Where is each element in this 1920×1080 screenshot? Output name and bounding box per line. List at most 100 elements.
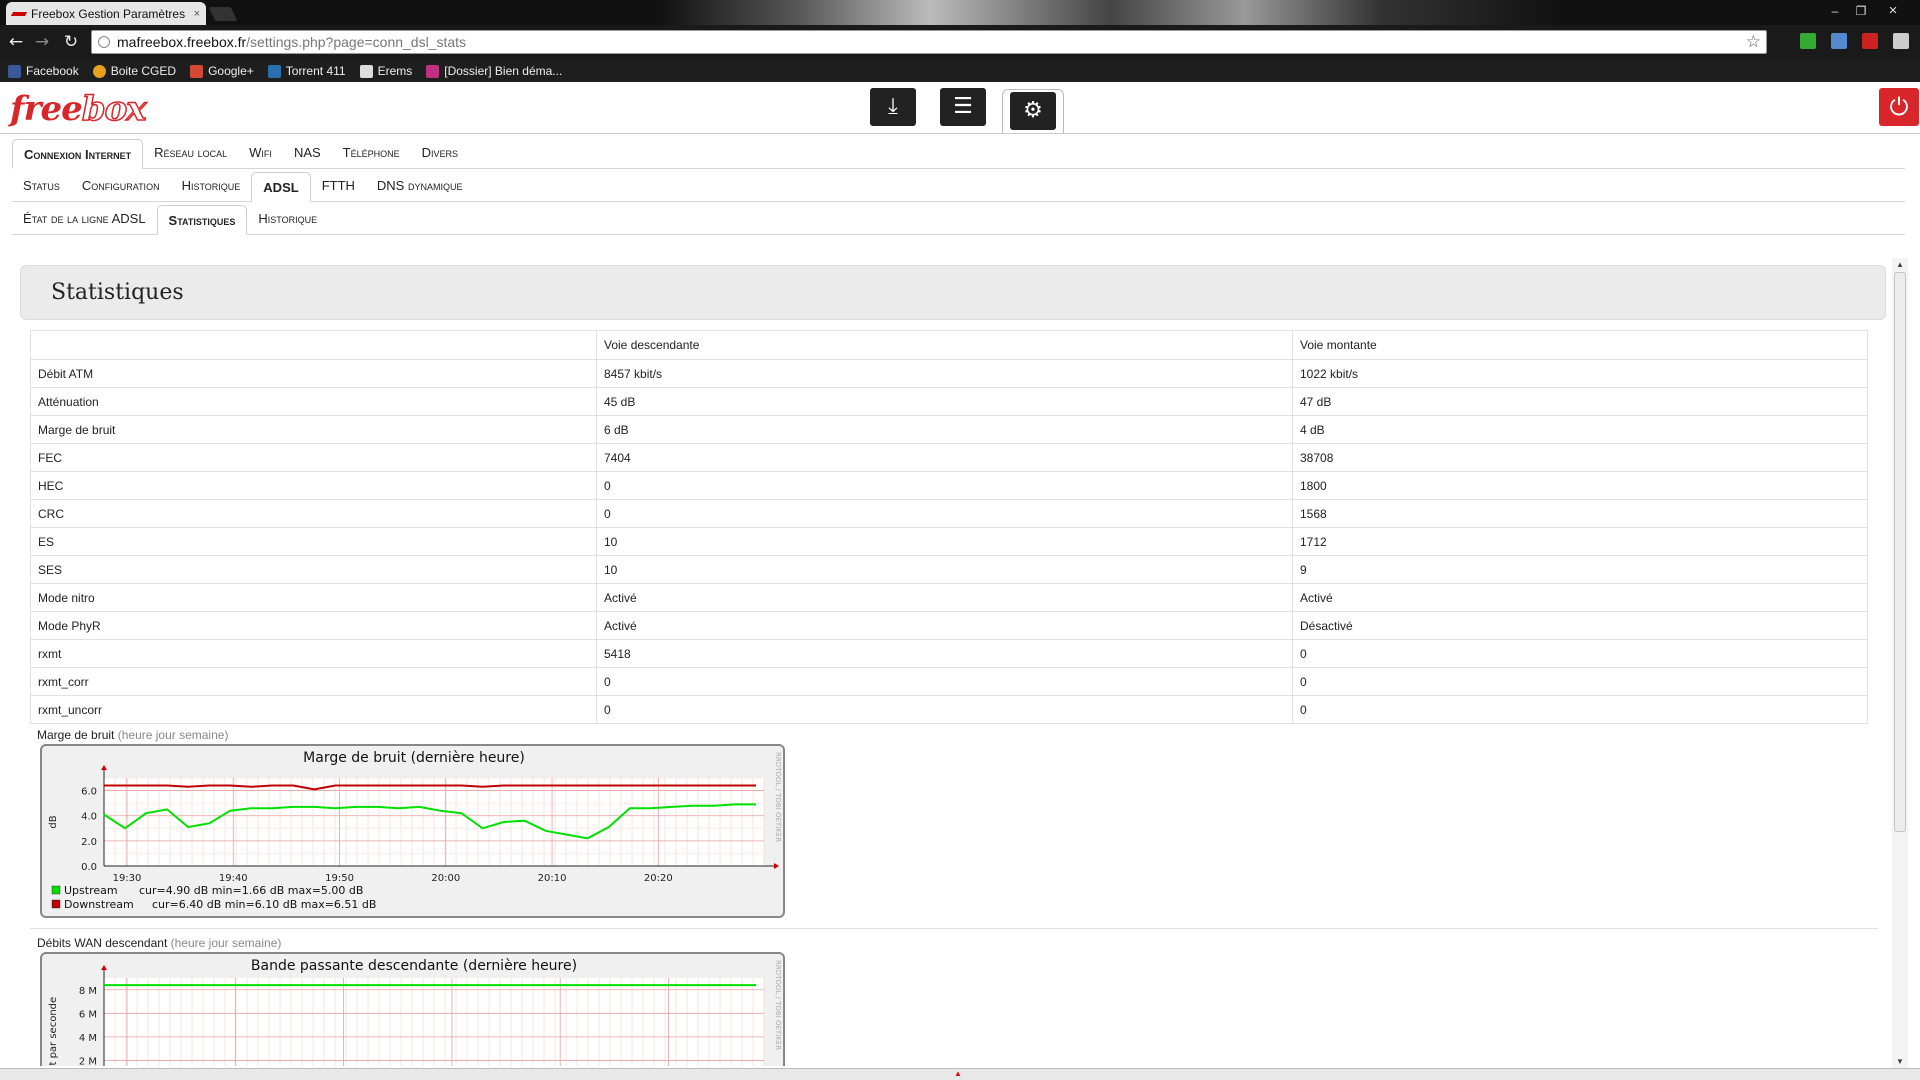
y-axis-arrow-icon xyxy=(101,765,107,770)
x-tick-label: 19:50 xyxy=(325,873,354,884)
tab-divers[interactable]: Divers xyxy=(411,145,469,168)
graph2-label: Débits WAN descendant (heure jour semain… xyxy=(37,936,282,950)
tab-ftth[interactable]: FTTH xyxy=(311,178,366,201)
scrollbar-thumb[interactable] xyxy=(1894,272,1906,832)
gear-icon[interactable]: ⚙ xyxy=(1010,92,1056,130)
y-tick-label: 4 M xyxy=(79,1033,97,1044)
table-row: Mode nitro Activé Activé xyxy=(30,583,1868,612)
table-row: Marge de bruit 6 dB 4 dB xyxy=(30,415,1868,444)
tab-adsl[interactable]: ADSL xyxy=(251,172,311,202)
forward-button[interactable]: → xyxy=(33,33,51,51)
stat-downstream-value: 10 xyxy=(596,527,1293,556)
stat-upstream-value: 1712 xyxy=(1292,527,1868,556)
graph2-range-links[interactable]: (heure jour semaine) xyxy=(171,936,282,950)
stat-label: FEC xyxy=(30,443,597,472)
bookmark-google-plus[interactable]: Google+ xyxy=(190,64,254,78)
x-tick-label: 19:30 xyxy=(113,873,142,884)
y-axis-arrow-icon xyxy=(101,965,107,970)
freebox-logo[interactable]: freebox xyxy=(10,88,147,130)
page-info-icon[interactable] xyxy=(98,36,110,48)
legend-swatch xyxy=(51,899,61,909)
noise-margin-chart: Marge de bruit (dernière heure) 19:30 19:4… xyxy=(48,750,782,911)
bandwidth-graph: Bande passante descendante (dernière heu… xyxy=(40,952,785,1066)
tab-title: Freebox Gestion Paramètres xyxy=(31,6,186,21)
tab-nas[interactable]: NAS xyxy=(283,145,332,168)
legend-stats: cur=4.90 dB min=1.66 dB max=5.00 dB xyxy=(139,884,363,897)
stat-label: Mode PhyR xyxy=(30,611,597,640)
stat-upstream-value: 0 xyxy=(1292,695,1868,724)
restore-button[interactable]: ❐ xyxy=(1850,2,1872,20)
tab-status[interactable]: Status xyxy=(12,178,71,201)
x-axis-arrow-icon xyxy=(774,863,779,869)
stat-upstream-value: 1800 xyxy=(1292,471,1868,500)
gmail-icon[interactable] xyxy=(1862,33,1878,49)
scroll-up-icon[interactable]: ▲ xyxy=(1896,260,1904,269)
scroll-down-icon[interactable]: ▼ xyxy=(1896,1057,1904,1066)
stat-label: Débit ATM xyxy=(30,359,597,388)
reload-button[interactable]: ↻ xyxy=(62,33,80,51)
table-row: Débit ATM 8457 kbit/s 1022 kbit/s xyxy=(30,359,1868,388)
tab-dns-dynamique[interactable]: DNS dynamique xyxy=(366,178,474,201)
list-icon[interactable]: ☰ xyxy=(940,88,986,126)
tab-reseau-local[interactable]: Réseau local xyxy=(143,145,238,168)
tab-historique-adsl[interactable]: Historique xyxy=(247,211,328,234)
connexion-subtabs: Status Configuration Historique ADSL FTT… xyxy=(12,172,1905,202)
torrent-icon xyxy=(267,64,281,78)
vertical-scrollbar[interactable]: ▲ ▼ xyxy=(1892,258,1908,1068)
tab-wifi[interactable]: Wifi xyxy=(238,145,283,168)
tab-telephone[interactable]: Téléphone xyxy=(332,145,411,168)
stat-label: Atténuation xyxy=(30,387,597,416)
y-tick-label: 6 M xyxy=(79,1009,97,1020)
stats-table: Voie descendante Voie montante Débit ATM… xyxy=(30,330,1868,724)
stat-label: Marge de bruit xyxy=(30,415,597,444)
header-empty xyxy=(30,330,597,360)
wrench-menu-icon[interactable] xyxy=(1893,33,1909,49)
minimize-button[interactable]: – xyxy=(1824,2,1846,20)
new-tab-button[interactable] xyxy=(208,7,238,21)
stat-downstream-value: 10 xyxy=(596,555,1293,584)
download-icon[interactable]: ⤓ xyxy=(870,88,916,126)
graph1-label: Marge de bruit (heure jour semaine) xyxy=(37,728,229,742)
table-row: rxmt 5418 0 xyxy=(30,639,1868,668)
extension-chart-icon[interactable] xyxy=(1800,33,1816,49)
stat-downstream-value: 6 dB xyxy=(596,415,1293,444)
stat-downstream-value: 5418 xyxy=(596,639,1293,668)
y-tick-label: 6.0 xyxy=(81,787,97,798)
stat-downstream-value: Activé xyxy=(596,611,1293,640)
bookmark-dossier[interactable]: [Dossier] Bien déma... xyxy=(426,64,562,78)
tab-etat-ligne-adsl[interactable]: État de la ligne ADSL xyxy=(12,211,157,234)
stat-upstream-value: 0 xyxy=(1292,667,1868,696)
back-button[interactable]: ← xyxy=(7,33,25,51)
stat-downstream-value: 0 xyxy=(596,667,1293,696)
header-downstream: Voie descendante xyxy=(596,330,1293,360)
tab-statistiques[interactable]: Statistiques xyxy=(156,205,248,235)
tab-close-button[interactable]: × xyxy=(194,8,200,20)
bookmark-erems[interactable]: Erems xyxy=(359,64,412,78)
tab-historique[interactable]: Historique xyxy=(171,178,252,201)
adsl-subtabs: État de la ligne ADSL Statistiques Histo… xyxy=(12,205,1905,235)
address-bar[interactable]: mafreebox.freebox.fr/settings.php?page=c… xyxy=(91,30,1767,54)
power-button[interactable]: ⏻ xyxy=(1879,88,1919,126)
extension-translate-icon[interactable] xyxy=(1831,33,1847,49)
tab-connexion-internet[interactable]: Connexion Internet xyxy=(12,139,144,169)
expand-arrow-icon[interactable]: ▲ xyxy=(954,1069,962,1078)
close-window-button[interactable]: × xyxy=(1882,2,1904,20)
freebox-favicon xyxy=(10,11,28,16)
bookmark-facebook[interactable]: Facebook xyxy=(8,64,79,78)
stat-downstream-value: 0 xyxy=(596,695,1293,724)
graph1-range-links[interactable]: (heure jour semaine) xyxy=(118,728,229,742)
bookmark-torrent-411[interactable]: Torrent 411 xyxy=(267,64,346,78)
bookmark-boite-cged[interactable]: Boite CGED xyxy=(92,64,176,78)
tab-configuration[interactable]: Configuration xyxy=(71,178,171,201)
y-tick-label: 0.0 xyxy=(81,862,97,873)
y-tick-label: 4.0 xyxy=(81,812,97,823)
stat-upstream-value: 4 dB xyxy=(1292,415,1868,444)
bookmark-star-icon[interactable]: ☆ xyxy=(1746,32,1761,52)
stat-downstream-value: 0 xyxy=(596,471,1293,500)
main-tabs: Connexion Internet Réseau local Wifi NAS… xyxy=(12,139,1905,169)
stat-upstream-value: 38708 xyxy=(1292,443,1868,472)
status-bar: ▲ xyxy=(0,1068,1920,1080)
table-row: CRC 0 1568 xyxy=(30,499,1868,528)
browser-tab[interactable]: Freebox Gestion Paramètres × xyxy=(6,2,206,25)
stat-label: SES xyxy=(30,555,597,584)
